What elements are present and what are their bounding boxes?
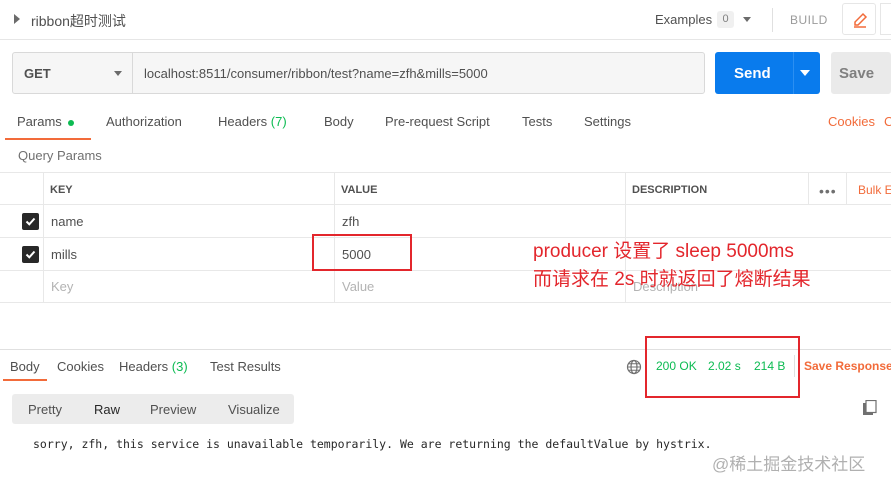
tab-response-headers-count: (3) bbox=[171, 359, 188, 374]
save-button[interactable]: Save bbox=[831, 52, 891, 94]
annotation-line-2: 而请求在 2s 时就返回了熔断结果 bbox=[533, 269, 811, 290]
active-tab-indicator bbox=[5, 138, 91, 140]
param-key[interactable]: mills bbox=[51, 247, 77, 262]
tab-authorization[interactable]: Authorization bbox=[106, 114, 182, 129]
method-select[interactable]: GET bbox=[13, 53, 133, 93]
bulk-edit-link[interactable]: Bulk E bbox=[858, 183, 891, 197]
save-response-button[interactable]: Save Response bbox=[804, 359, 891, 373]
param-value[interactable]: zfh bbox=[342, 214, 359, 229]
request-tabs: Params Authorization Headers (7) Body Pr… bbox=[0, 108, 891, 140]
format-visualize-button[interactable]: Visualize bbox=[228, 402, 280, 417]
examples-label[interactable]: Examples bbox=[655, 12, 712, 27]
copy-icon[interactable] bbox=[862, 400, 878, 416]
method-label: GET bbox=[24, 66, 51, 81]
checkbox-checked-icon[interactable] bbox=[22, 213, 39, 230]
tab-response-body[interactable]: Body bbox=[10, 359, 40, 374]
caret-right-icon[interactable] bbox=[14, 14, 20, 24]
tab-params[interactable]: Params bbox=[17, 114, 74, 129]
chevron-down-icon bbox=[114, 71, 122, 76]
tab-test-results[interactable]: Test Results bbox=[210, 359, 281, 374]
tab-headers-count: (7) bbox=[270, 114, 287, 129]
send-label: Send bbox=[734, 65, 771, 82]
response-body-text[interactable]: sorry, zfh, this service is unavailable … bbox=[33, 437, 712, 451]
tab-pre-request-script[interactable]: Pre-request Script bbox=[385, 114, 490, 129]
chevron-down-icon[interactable] bbox=[743, 17, 751, 22]
tab-response-headers-label: Headers bbox=[119, 359, 169, 374]
tab-headers[interactable]: Headers (7) bbox=[218, 114, 287, 129]
cookies-link[interactable]: Cookies bbox=[828, 114, 875, 129]
edit-button[interactable] bbox=[842, 3, 876, 35]
send-split-divider bbox=[793, 52, 794, 94]
format-raw-button[interactable]: Raw bbox=[94, 402, 120, 417]
tab-tests[interactable]: Tests bbox=[522, 114, 552, 129]
active-response-tab-indicator bbox=[3, 379, 47, 381]
tab-headers-label: Headers bbox=[218, 114, 268, 129]
annotation-box-status bbox=[645, 336, 800, 398]
format-pretty-button[interactable]: Pretty bbox=[28, 402, 62, 417]
request-title[interactable]: ribbon超时测试 bbox=[31, 11, 126, 31]
value-column-header: VALUE bbox=[341, 184, 378, 196]
query-params-label: Query Params bbox=[18, 148, 102, 163]
save-label: Save bbox=[839, 65, 875, 82]
tab-params-label: Params bbox=[17, 114, 62, 129]
tab-response-headers[interactable]: Headers (3) bbox=[119, 359, 188, 374]
tab-body[interactable]: Body bbox=[324, 114, 354, 129]
key-column-header: KEY bbox=[50, 184, 73, 196]
docs-button[interactable] bbox=[880, 3, 891, 35]
response-format-bar: Pretty Raw Preview Visualize bbox=[12, 394, 294, 424]
params-active-dot bbox=[67, 119, 74, 126]
code-link[interactable]: C bbox=[884, 114, 891, 129]
pencil-icon bbox=[854, 12, 868, 28]
column-divider bbox=[43, 172, 44, 303]
annotation-box-value bbox=[312, 234, 412, 271]
value-placeholder[interactable]: Value bbox=[342, 279, 374, 294]
table-header-row: KEY VALUE DESCRIPTION ••• Bulk E bbox=[0, 172, 891, 205]
send-button[interactable]: Send bbox=[715, 52, 820, 94]
format-preview-button[interactable]: Preview bbox=[150, 402, 196, 417]
column-divider bbox=[808, 172, 809, 205]
watermark: @稀土掘金技术社区 bbox=[712, 455, 866, 474]
divider bbox=[772, 8, 773, 32]
tab-response-cookies[interactable]: Cookies bbox=[57, 359, 104, 374]
column-divider bbox=[846, 172, 847, 205]
tab-settings[interactable]: Settings bbox=[584, 114, 631, 129]
key-placeholder[interactable]: Key bbox=[51, 279, 73, 294]
url-bar: GET localhost:8511/consumer/ribbon/test?… bbox=[12, 52, 705, 94]
param-key[interactable]: name bbox=[51, 214, 84, 229]
checkbox-checked-icon[interactable] bbox=[22, 246, 39, 263]
table-row: name zfh bbox=[0, 205, 891, 238]
annotation-line-1: producer 设置了 sleep 5000ms bbox=[533, 241, 794, 262]
build-mode-label[interactable]: BUILD bbox=[790, 13, 828, 27]
globe-icon[interactable] bbox=[626, 359, 642, 375]
examples-count-badge: 0 bbox=[717, 11, 734, 28]
url-input[interactable]: localhost:8511/consumer/ribbon/test?name… bbox=[144, 66, 488, 81]
description-column-header: DESCRIPTION bbox=[632, 184, 708, 196]
more-icon[interactable]: ••• bbox=[819, 183, 837, 199]
request-header-bar: ribbon超时测试 Examples 0 BUILD bbox=[0, 0, 891, 40]
send-options-chevron-icon[interactable] bbox=[800, 70, 810, 76]
